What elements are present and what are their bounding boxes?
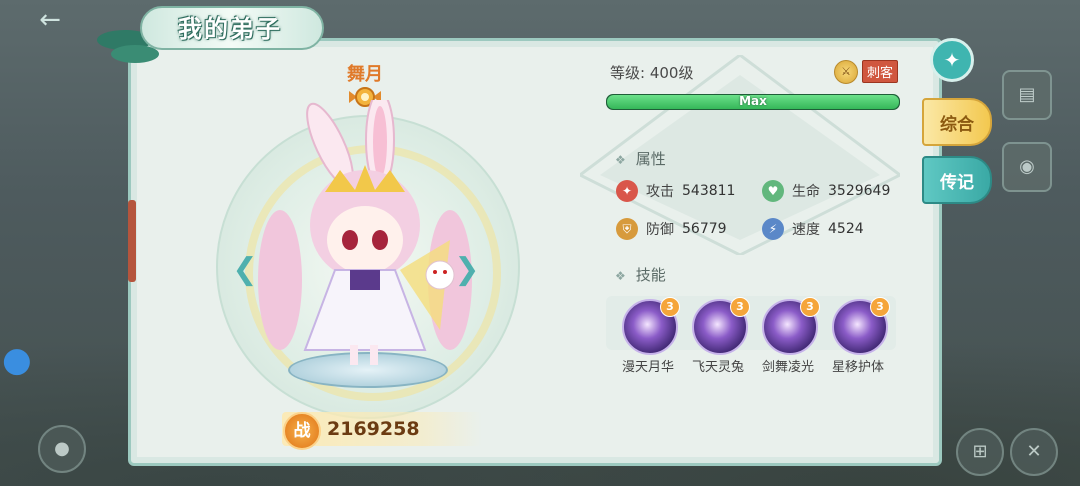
- lightning-icon: ⚡: [762, 218, 784, 240]
- diamond-icon: ❖: [615, 153, 626, 167]
- page-title: 我的弟子: [178, 13, 282, 43]
- stat-value: 3529649: [828, 183, 891, 199]
- sword-icon: ✦: [616, 180, 638, 202]
- heart-icon: ♥: [762, 180, 784, 202]
- notebook-icon[interactable]: ▤: [1002, 70, 1052, 120]
- tab-biography-label: 传记: [940, 172, 974, 193]
- skill-star-shield-icon[interactable]: 3: [832, 297, 890, 355]
- grid-menu-icon[interactable]: ⊞: [956, 428, 1004, 476]
- stat-label: 攻击: [646, 184, 674, 200]
- title-banner: 我的弟子: [140, 0, 324, 52]
- close-icon: ✦: [943, 48, 961, 72]
- skill-name: 漫天月华: [621, 360, 674, 375]
- stat-value: 4524: [828, 221, 864, 237]
- exp-bar: Max: [606, 94, 900, 110]
- combat-power-value: 2169258: [327, 418, 420, 440]
- skill-level-badge: 3: [870, 297, 890, 317]
- skill-level-badge: 3: [730, 297, 750, 317]
- crossed-swords-icon[interactable]: ✕: [1010, 428, 1058, 476]
- back-arrow-icon[interactable]: ←: [20, 4, 80, 36]
- stat-label: 生命: [792, 184, 820, 200]
- tab-overview-label: 综合: [940, 114, 974, 135]
- close-button[interactable]: ✦: [930, 38, 974, 82]
- stat-value: 56779: [682, 221, 727, 237]
- panel-edge-stripe: [128, 200, 136, 282]
- stat-attack: ✦ 攻击 543811: [616, 178, 735, 204]
- stat-health: ♥ 生命 3529649: [762, 178, 890, 204]
- bottom-menu-icon[interactable]: ●: [38, 425, 86, 473]
- diamond-icon: ❖: [615, 269, 626, 283]
- skills-title-text: 技能: [635, 266, 666, 284]
- class-badge: 刺客: [862, 60, 899, 83]
- stat-speed: ⚡ 速度 4524: [762, 216, 864, 242]
- combat-power-icon: 战: [283, 412, 321, 450]
- next-character-arrow-icon[interactable]: ❯: [454, 252, 480, 288]
- map-pin-icon[interactable]: ●: [2, 340, 32, 384]
- skill-name: 剑舞凌光: [761, 360, 814, 375]
- tab-biography[interactable]: 传记: [922, 156, 992, 204]
- stat-value: 543811: [682, 183, 736, 199]
- shield-icon: ⛨: [616, 218, 638, 240]
- skill-flying-rabbit-icon[interactable]: 3: [692, 297, 750, 355]
- skill-level-badge: 3: [800, 297, 820, 317]
- level-text: 等级: 400级: [610, 64, 694, 82]
- skill-name: 星移护体: [831, 360, 884, 375]
- bell-icon[interactable]: ◉: [1002, 142, 1052, 192]
- stat-defense: ⛨ 防御 56779: [616, 216, 727, 242]
- tab-overview[interactable]: 综合: [922, 98, 992, 146]
- character-name: 舞月: [347, 64, 383, 85]
- skill-level-badge: 3: [660, 297, 680, 317]
- skills-title: ❖ 技能: [615, 264, 666, 285]
- attributes-title: ❖ 属性: [615, 148, 666, 169]
- exp-label: Max: [739, 94, 767, 108]
- skill-name: 飞天灵兔: [691, 360, 744, 375]
- skill-moon-glow-icon[interactable]: 3: [622, 297, 680, 355]
- attributes-title-text: 属性: [635, 150, 666, 168]
- skill-sword-dance-icon[interactable]: 3: [762, 297, 820, 355]
- prev-character-arrow-icon[interactable]: ❮: [232, 252, 258, 288]
- class-emblem-icon: ⚔: [834, 60, 858, 84]
- character-portrait: [258, 100, 472, 365]
- stat-label: 速度: [792, 222, 820, 238]
- stat-label: 防御: [646, 222, 674, 238]
